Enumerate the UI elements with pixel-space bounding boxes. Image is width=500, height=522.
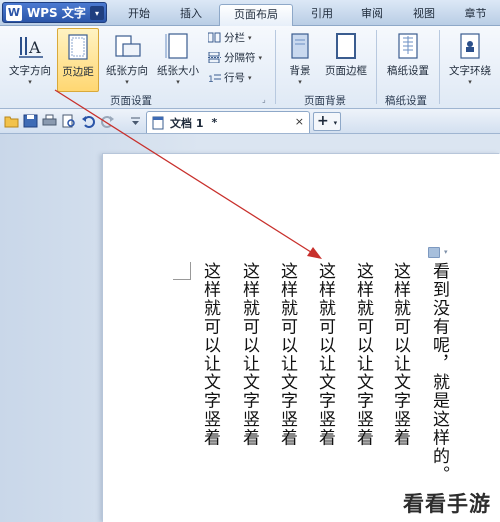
vertical-text-column: 这样就可以让文字竖着 (239, 262, 259, 447)
document-icon (152, 116, 164, 129)
chevron-down-icon[interactable]: ▾ (444, 248, 448, 256)
document-page[interactable]: ▾ 看到没有呢，就是这样的。 这样就可以让文字竖着 这样就可以让文字竖着 这样就… (103, 154, 500, 522)
manuscript-setup-button[interactable]: 稿纸设置 (382, 28, 434, 88)
columns-icon (208, 32, 221, 43)
columns-button[interactable]: 分栏 ▾ (208, 29, 252, 46)
chevron-down-icon: ▾ (176, 78, 180, 86)
customize-toolbar-icon[interactable] (128, 114, 143, 128)
tab-sections[interactable]: 章节 (451, 4, 500, 26)
undo-icon[interactable] (81, 114, 96, 128)
app-name: WPS 文字 (27, 6, 86, 20)
paper-size-button[interactable]: 纸张大小 ▾ (154, 28, 202, 88)
breaks-label: 分隔符 (224, 52, 256, 64)
layout-options-icon[interactable] (428, 247, 440, 258)
save-icon[interactable] (23, 114, 38, 128)
page-setup-dialog-launcher-icon[interactable]: ⌟ (262, 95, 266, 104)
tab-page-layout[interactable]: 页面布局 (219, 4, 293, 26)
chevron-down-icon: ▾ (248, 73, 252, 82)
line-numbers-icon: 1 (208, 74, 221, 83)
document-tab[interactable]: 文档 1 * × (146, 111, 310, 133)
tab-view[interactable]: 视图 (398, 4, 450, 26)
manuscript-grid-icon (398, 33, 418, 59)
svg-text:1: 1 (208, 75, 214, 83)
vertical-text-column: 这样就可以让文字竖着 (277, 262, 297, 447)
breaks-button[interactable]: 分隔符 ▾ (208, 49, 262, 66)
page-border-icon (336, 33, 356, 59)
quick-access-bar: 文档 1 * × + ▾ (0, 109, 500, 134)
ribbon-separator (439, 30, 440, 104)
vertical-text-column: 看到没有呢，就是这样的。 (429, 262, 449, 484)
title-bar: W WPS 文字 ▾ 开始 插入 页面布局 引用 审阅 视图 章节 (0, 0, 500, 26)
page-border-label: 页面边框 (325, 65, 367, 77)
chevron-down-icon: ▾ (258, 53, 263, 62)
chevron-down-icon: ▾ (468, 78, 472, 86)
margins-label: 页边距 (62, 66, 94, 78)
page-border-button[interactable]: 页面边框 (321, 28, 371, 88)
text-direction-icon: A (19, 37, 43, 58)
modified-mark: * (211, 116, 218, 129)
vertical-text-column: 这样就可以让文字竖着 (353, 262, 373, 447)
page-background-icon (291, 33, 309, 59)
tab-review[interactable]: 审阅 (346, 4, 398, 26)
margin-corner-mark (173, 262, 191, 280)
wps-logo-icon: W (6, 4, 22, 21)
vertical-text-column: 这样就可以让文字竖着 (200, 262, 220, 447)
text-direction-label: 文字方向 (9, 65, 51, 77)
chevron-down-icon: ▾ (298, 78, 302, 86)
close-tab-icon[interactable]: × (295, 115, 304, 128)
tab-home[interactable]: 开始 (113, 4, 165, 26)
watermark-text: 看看手游网 (403, 492, 491, 516)
text-wrap-icon (460, 33, 480, 59)
group-label-manuscript: 稿纸设置 (385, 95, 427, 107)
background-button[interactable]: 背景 ▾ (282, 28, 318, 88)
open-folder-icon[interactable] (4, 114, 19, 128)
orientation-button[interactable]: 纸张方向 ▾ (103, 28, 151, 88)
manuscript-setup-label: 稿纸设置 (387, 65, 429, 77)
tab-references[interactable]: 引用 (296, 4, 348, 26)
ribbon: A 文字方向 ▾ 页边距 纸张方向 ▾ 纸张大小 ▾ 分栏 ▾ 分隔符 ▾ 1 … (0, 26, 500, 109)
line-numbers-label: 行号 (224, 72, 245, 84)
print-icon[interactable] (42, 114, 57, 128)
chevron-down-icon: ▾ (248, 33, 252, 42)
paper-size-icon (165, 33, 188, 59)
document-name: 文档 1 (170, 116, 204, 130)
text-wrap-label: 文字环绕 (449, 65, 491, 77)
background-label: 背景 (289, 65, 311, 77)
svg-text:A: A (28, 38, 41, 57)
tab-insert[interactable]: 插入 (165, 4, 217, 26)
line-numbers-button[interactable]: 1 行号 ▾ (208, 69, 252, 86)
chevron-down-icon: ▾ (333, 119, 338, 127)
orientation-label: 纸张方向 (106, 65, 148, 77)
print-preview-icon[interactable] (61, 114, 76, 128)
vertical-text-column: 这样就可以让文字竖着 (315, 262, 335, 447)
group-label-page-background: 页面背景 (304, 95, 346, 107)
margins-icon (68, 34, 88, 60)
ribbon-separator (275, 30, 276, 104)
app-menu-button[interactable]: W WPS 文字 ▾ (2, 2, 107, 23)
page-orientation-icon (115, 35, 141, 57)
text-direction-button[interactable]: A 文字方向 ▾ (4, 28, 56, 88)
redo-icon[interactable] (100, 114, 115, 128)
chevron-down-icon: ▾ (125, 78, 129, 86)
margins-button[interactable]: 页边距 (57, 28, 99, 92)
group-label-page-setup: 页面设置 (110, 95, 152, 107)
ribbon-separator (376, 30, 377, 104)
app-menu-caret-icon[interactable]: ▾ (90, 6, 104, 20)
chevron-down-icon: ▾ (28, 78, 32, 86)
plus-icon: + (317, 113, 329, 129)
text-wrap-button[interactable]: 文字环绕 ▾ (444, 28, 496, 88)
paper-size-label: 纸张大小 (157, 65, 199, 77)
columns-label: 分栏 (224, 32, 245, 44)
document-workspace: ▾ 看到没有呢，就是这样的。 这样就可以让文字竖着 这样就可以让文字竖着 这样就… (0, 134, 500, 522)
new-tab-button[interactable]: + ▾ (313, 112, 341, 131)
breaks-icon (208, 52, 221, 63)
vertical-text-column: 这样就可以让文字竖着 (390, 262, 410, 447)
